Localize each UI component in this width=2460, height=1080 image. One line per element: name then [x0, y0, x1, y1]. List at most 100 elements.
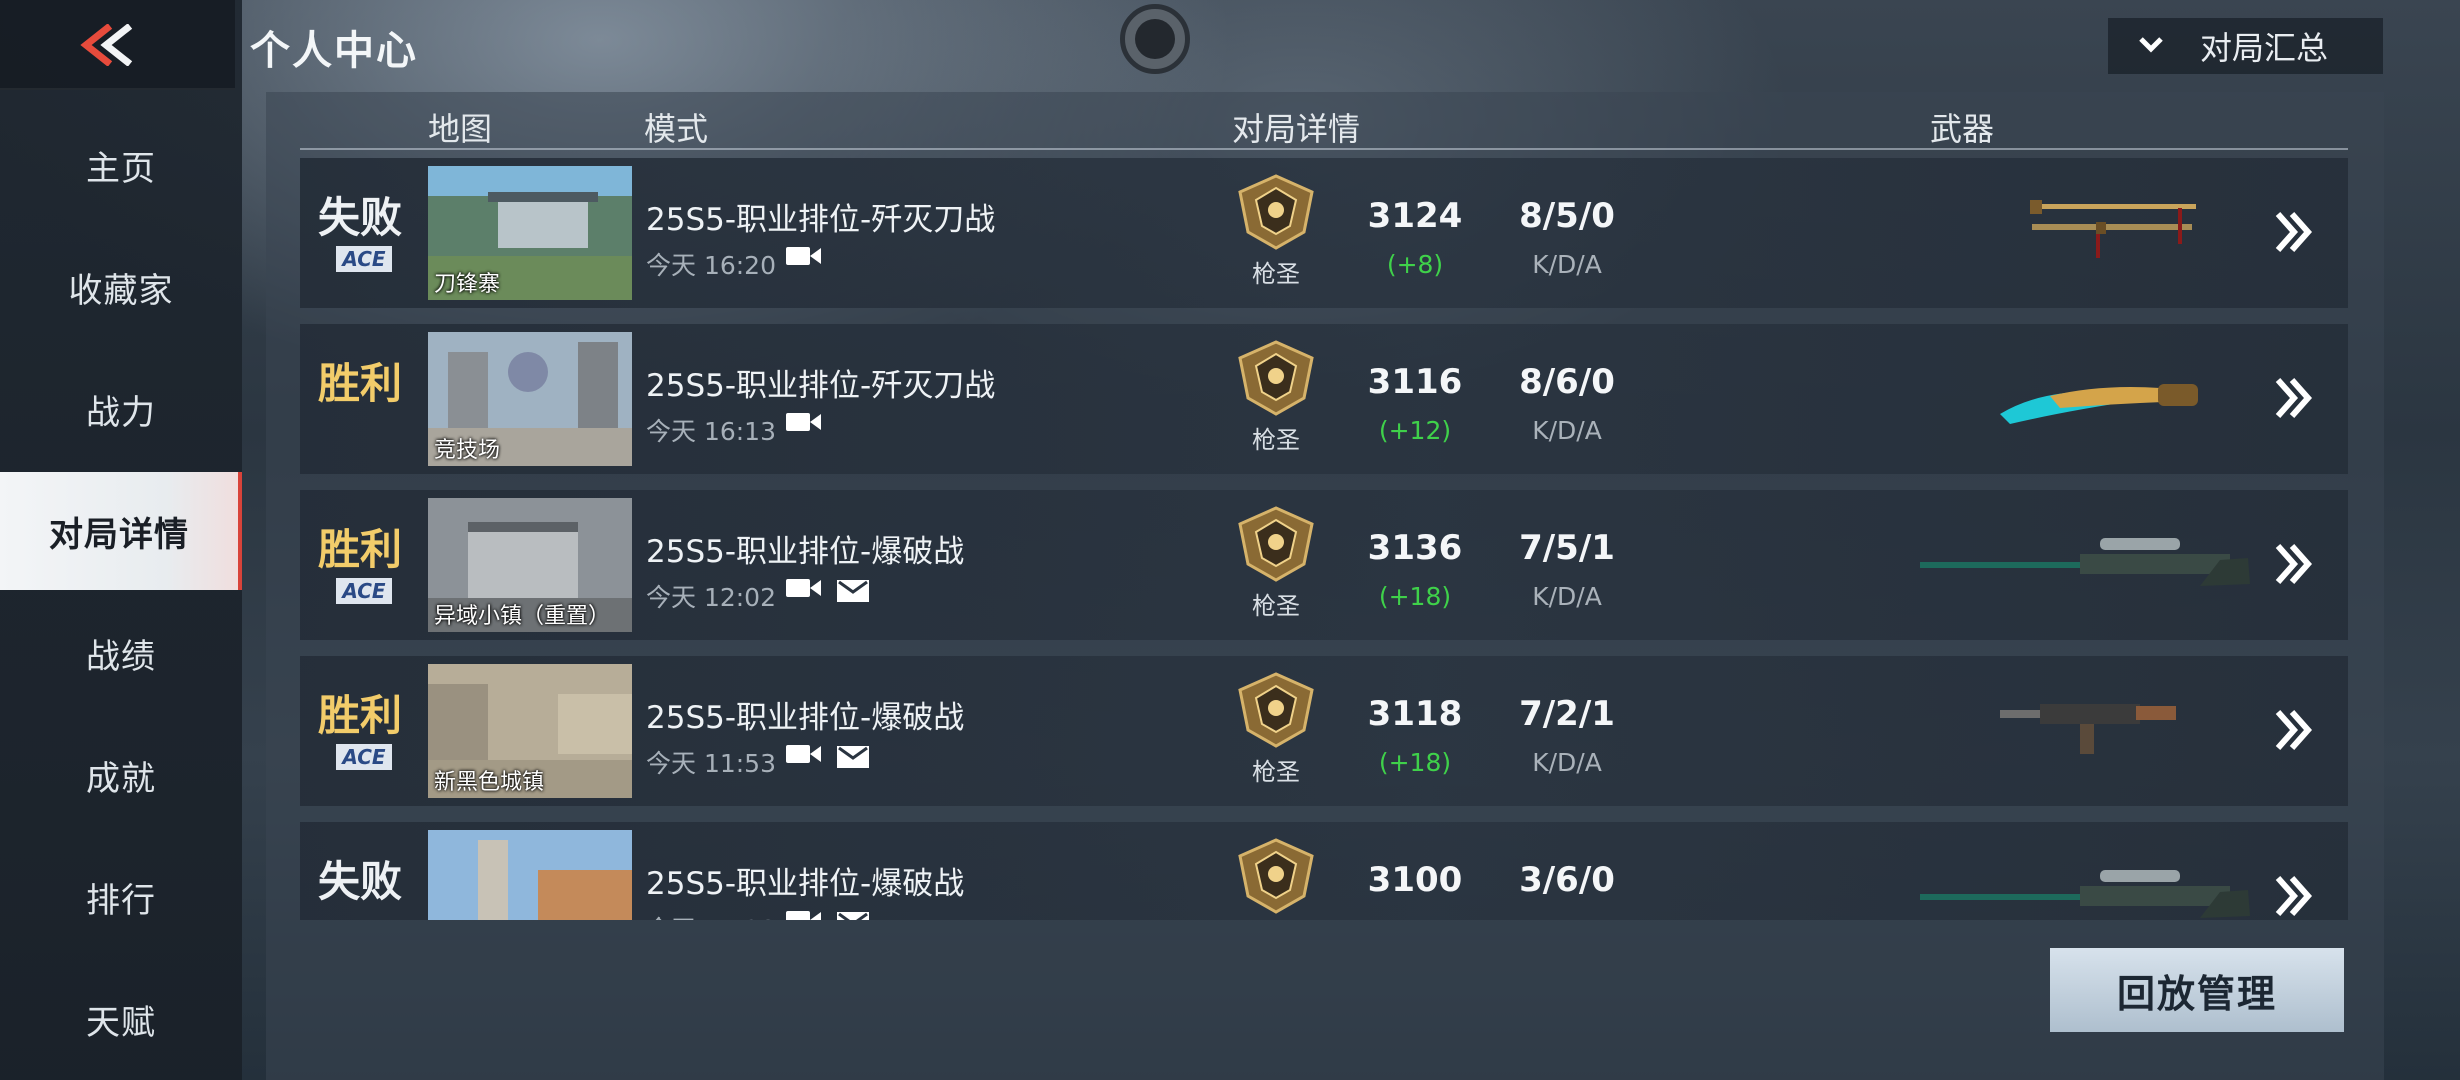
- column-details: 对局详情: [1232, 110, 1361, 148]
- rank-score: 3100: [1367, 860, 1463, 900]
- match-icons: [786, 576, 870, 604]
- match-time: 今天 12:02: [646, 583, 776, 612]
- rank-badge-icon: [1238, 672, 1314, 748]
- match-summary-dropdown[interactable]: 对局汇总: [2108, 18, 2383, 74]
- mail-icon[interactable]: [836, 742, 870, 770]
- rank-name: 枪圣: [1240, 918, 1312, 920]
- match-icons: [786, 742, 870, 770]
- video-icon[interactable]: [786, 908, 822, 920]
- video-icon[interactable]: [786, 576, 822, 600]
- column-weapon: 武器: [1930, 110, 1995, 148]
- kda-label: K/D/A: [1532, 748, 1602, 777]
- table-header: 地图 模式 对局详情 武器: [300, 100, 2348, 150]
- match-list[interactable]: 失败 ACE 刀锋寨 25S5-职业排位-歼灭刀战 今天 16:20 枪圣 31…: [300, 158, 2348, 920]
- sidebar-item-match-details[interactable]: 对局详情: [0, 472, 242, 590]
- kda-label: K/D/A: [1532, 582, 1602, 611]
- match-icons: [786, 244, 822, 268]
- score-delta: (+18): [1378, 582, 1452, 611]
- sidebar-item-power[interactable]: 战力: [0, 350, 242, 468]
- expand-arrow-icon[interactable]: [2274, 376, 2314, 420]
- match-time: 今天 11:53: [646, 749, 776, 778]
- sidebar-item-record[interactable]: 战绩: [0, 594, 242, 712]
- rank-name: 枪圣: [1252, 592, 1300, 620]
- rank-badge-icon: [1238, 340, 1314, 416]
- smg-weapon-icon: [2000, 704, 2176, 754]
- video-icon[interactable]: [786, 410, 822, 434]
- column-map: 地图: [428, 110, 493, 148]
- rank-name: 枪圣: [1252, 260, 1300, 288]
- match-mode: 25S5-职业排位-爆破战: [646, 866, 965, 902]
- rank-score: 3116: [1367, 362, 1463, 402]
- match-row[interactable]: 失败 25S5-职业排位-爆破战 今天 11:38 枪圣 3100 3/6/0: [300, 822, 2348, 920]
- map-thumbnail: [428, 830, 632, 920]
- match-icons: [786, 908, 870, 920]
- column-mode: 模式: [644, 110, 709, 148]
- expand-arrow-icon[interactable]: [2274, 874, 2314, 918]
- match-result: 胜利: [317, 525, 402, 574]
- match-row[interactable]: 失败 ACE 刀锋寨 25S5-职业排位-歼灭刀战 今天 16:20 枪圣 31…: [300, 158, 2348, 308]
- match-time: 今天 16:13: [646, 417, 776, 446]
- video-icon[interactable]: [786, 244, 822, 268]
- video-icon[interactable]: [786, 742, 822, 766]
- match-row[interactable]: 胜利 ACE 异域小镇（重置） 25S5-职业排位-爆破战 今天 12:02 枪…: [300, 490, 2348, 640]
- kda-value: 7/5/1: [1519, 528, 1615, 568]
- map-name: 新黑色城镇: [434, 770, 545, 795]
- record-indicator-icon[interactable]: [1120, 4, 1190, 74]
- sidebar-item-achievements[interactable]: 成就: [0, 716, 242, 834]
- mail-icon[interactable]: [836, 576, 870, 604]
- map-thumbnail: 刀锋寨: [428, 166, 632, 300]
- kda-value: 8/5/0: [1519, 196, 1615, 236]
- blade-weapon-icon: [2000, 384, 2198, 424]
- rank-badge-icon: [1238, 506, 1314, 582]
- score-delta: (+18): [1378, 748, 1452, 777]
- rank-score: 3118: [1367, 694, 1463, 734]
- sidebar-item-home[interactable]: 主页: [0, 106, 242, 224]
- map-thumbnail: 竞技场: [428, 332, 632, 466]
- kda-value: 7/2/1: [1519, 694, 1615, 734]
- page-title: 个人中心: [250, 28, 418, 74]
- kda-label: K/D/A: [1532, 250, 1602, 279]
- match-result: 失败: [317, 857, 402, 906]
- score-delta: (+8): [1386, 250, 1444, 279]
- match-mode: 25S5-职业排位-歼灭刀战: [646, 368, 996, 404]
- ace-badge: ACE: [336, 744, 392, 770]
- back-arrow-icon: [80, 24, 133, 66]
- ace-badge: ACE: [336, 578, 392, 604]
- expand-arrow-icon[interactable]: [2274, 708, 2314, 752]
- map-thumbnail: 新黑色城镇: [428, 664, 632, 798]
- sniper-weapon-icon: [1920, 538, 2250, 586]
- rank-score: 3124: [1367, 196, 1463, 236]
- sidebar-item-talent[interactable]: 天赋: [0, 960, 242, 1078]
- match-icons: [786, 410, 822, 434]
- rank-badge-icon: [1238, 174, 1314, 250]
- replay-management-button[interactable]: 回放管理: [2050, 948, 2344, 1032]
- rank-score: 3136: [1367, 528, 1463, 568]
- back-button[interactable]: [0, 0, 235, 90]
- mail-icon[interactable]: [836, 908, 870, 920]
- rank-badge-icon: [1238, 838, 1314, 914]
- katana-weapon-icon: [2030, 200, 2196, 258]
- sidebar-item-collector[interactable]: 收藏家: [0, 228, 242, 346]
- match-time: 今天 11:38: [646, 910, 776, 920]
- match-result: 胜利: [317, 691, 402, 740]
- match-result: 胜利: [317, 359, 402, 408]
- sidebar: 主页 收藏家 战力 对局详情 战绩 成就 排行 天赋: [0, 0, 242, 1080]
- match-row[interactable]: 胜利 竞技场 25S5-职业排位-歼灭刀战 今天 16:13 枪圣 3116 (…: [300, 324, 2348, 474]
- match-result: 失败: [317, 193, 402, 242]
- chevron-down-icon: [2138, 31, 2164, 61]
- map-name: 异域小镇（重置）: [434, 604, 611, 629]
- expand-arrow-icon[interactable]: [2274, 210, 2314, 254]
- match-row[interactable]: 胜利 ACE 新黑色城镇 25S5-职业排位-爆破战 今天 11:53 枪圣 3…: [300, 656, 2348, 806]
- summary-label: 对局汇总: [2200, 29, 2329, 67]
- kda-value: 3/6/0: [1519, 860, 1615, 900]
- expand-arrow-icon[interactable]: [2274, 542, 2314, 586]
- sidebar-item-ranking[interactable]: 排行: [0, 838, 242, 956]
- match-time: 今天 16:20: [646, 251, 776, 280]
- rank-name: 枪圣: [1252, 758, 1300, 786]
- map-name: 竞技场: [434, 438, 501, 463]
- kda-value: 8/6/0: [1519, 362, 1615, 402]
- rank-name: 枪圣: [1252, 426, 1300, 454]
- ace-badge: ACE: [336, 246, 392, 272]
- match-mode: 25S5-职业排位-爆破战: [646, 534, 965, 570]
- match-mode: 25S5-职业排位-爆破战: [646, 700, 965, 736]
